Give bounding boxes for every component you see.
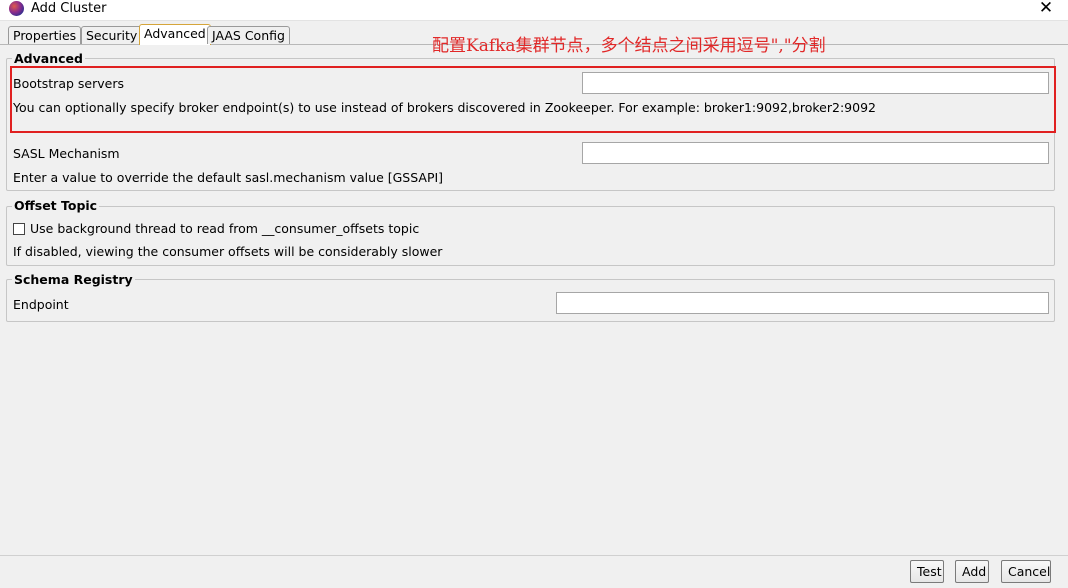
test-button[interactable]: Test [910, 560, 944, 583]
schema-registry-legend: Schema Registry [12, 272, 135, 287]
bootstrap-servers-label: Bootstrap servers [13, 76, 124, 91]
sasl-mechanism-label: SASL Mechanism [13, 146, 120, 161]
button-bar-divider [0, 555, 1068, 556]
tab-advanced[interactable]: Advanced [139, 24, 211, 45]
annotation-text: 配置Kafka集群节点，多个结点之间采用逗号","分割 [432, 36, 826, 56]
sasl-mechanism-input[interactable] [582, 142, 1049, 164]
sasl-mechanism-help: Enter a value to override the default sa… [13, 170, 444, 185]
offset-topic-legend: Offset Topic [12, 198, 100, 213]
advanced-legend: Advanced [12, 51, 85, 66]
background-thread-checkbox[interactable] [13, 223, 25, 235]
tab-properties[interactable]: Properties [8, 26, 82, 44]
title-bar: Add Cluster ✕ [0, 0, 1068, 21]
background-thread-label[interactable]: Use background thread to read from __con… [30, 221, 419, 236]
endpoint-label: Endpoint [13, 297, 69, 312]
cancel-button[interactable]: Cancel [1001, 560, 1051, 583]
window-title: Add Cluster [31, 1, 107, 16]
app-logo-icon [9, 1, 24, 16]
endpoint-input[interactable] [556, 292, 1049, 314]
bootstrap-servers-help: You can optionally specify broker endpoi… [13, 100, 876, 115]
tab-security[interactable]: Security [81, 26, 143, 44]
add-button[interactable]: Add [955, 560, 989, 583]
close-icon[interactable]: ✕ [1036, 0, 1056, 18]
tab-jaas-config[interactable]: JAAS Config [207, 26, 290, 44]
offset-topic-help: If disabled, viewing the consumer offset… [13, 244, 443, 259]
bootstrap-servers-input[interactable] [582, 72, 1049, 94]
